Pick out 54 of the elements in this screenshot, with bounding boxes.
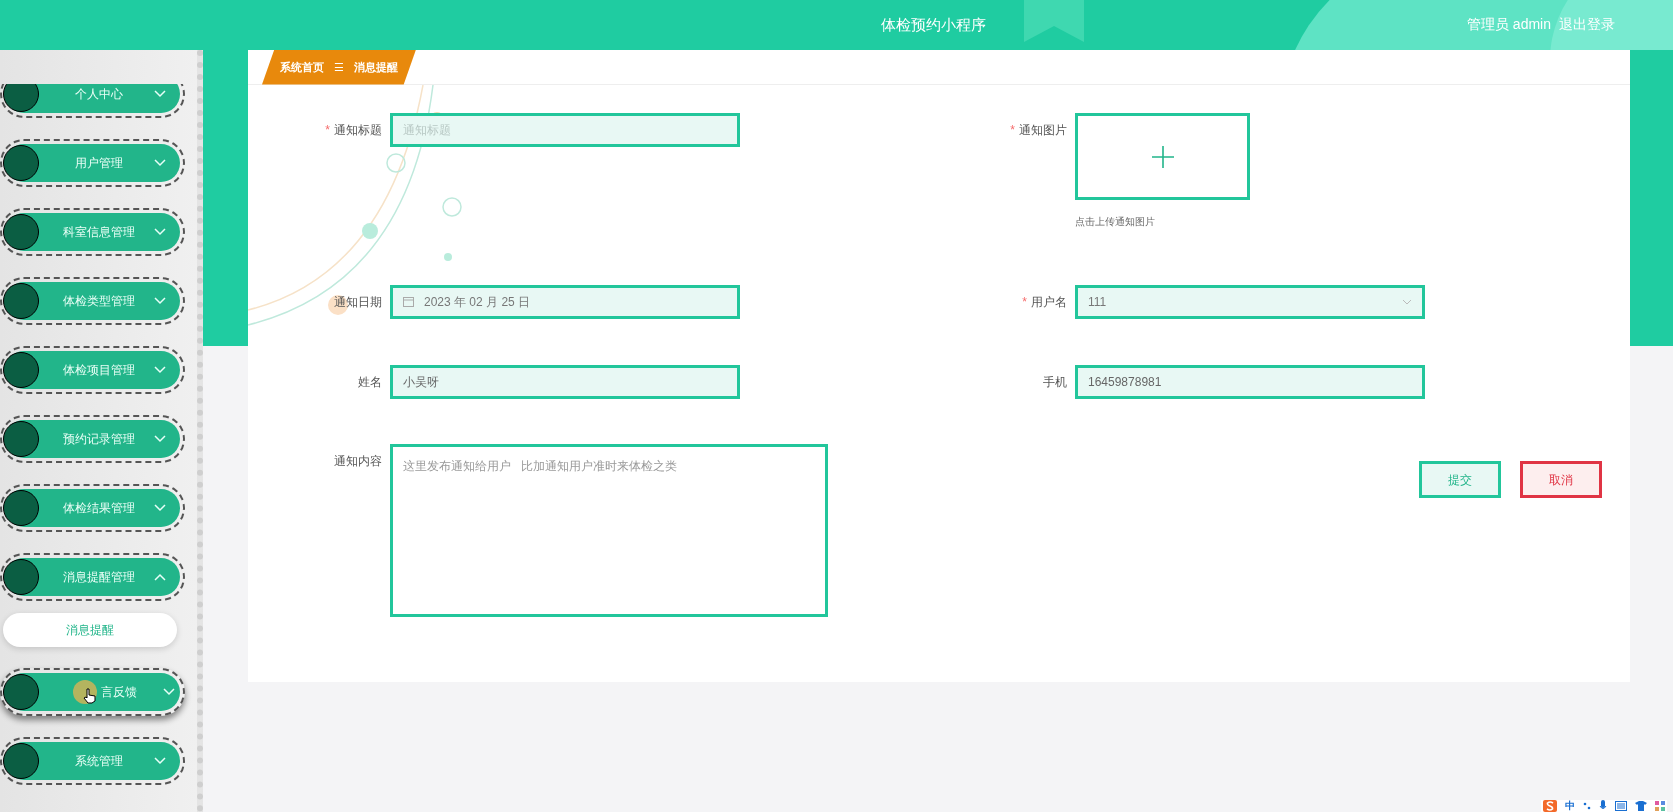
grid-icon[interactable] xyxy=(1655,801,1665,811)
cancel-button[interactable]: 取消 xyxy=(1520,461,1602,498)
breadcrumb-separator: ☰ xyxy=(334,59,344,75)
menu-item[interactable]: 用户管理 xyxy=(0,139,185,187)
menu-item[interactable]: 体检类型管理 xyxy=(0,277,185,325)
select-field[interactable]: 111 xyxy=(1075,285,1425,319)
logout-link[interactable]: 退出登录 xyxy=(1559,14,1615,35)
field-label: 通知标题 xyxy=(334,122,382,139)
field-label: 通知内容 xyxy=(334,453,382,470)
required-mark: * xyxy=(325,122,330,139)
menu-label: 体检结果管理 xyxy=(61,500,136,517)
breadcrumb-current: 消息提醒 xyxy=(354,59,398,75)
field-label: 用户名 xyxy=(1031,294,1067,311)
breadcrumb-home-link[interactable]: 系统首页 xyxy=(280,58,324,76)
app-title: 体检预约小程序 xyxy=(880,14,987,35)
ime-mode-label[interactable]: 中 xyxy=(1565,800,1575,812)
date-field[interactable]: 2023 年 02 月 25 日 xyxy=(390,285,740,319)
plus-icon xyxy=(1150,144,1175,169)
menu-item[interactable]: 系统管理 xyxy=(0,737,185,785)
shirt-icon[interactable] xyxy=(1635,801,1647,811)
menu-label: 用户管理 xyxy=(73,155,124,172)
text-field[interactable]: 16459878981 xyxy=(1075,365,1425,399)
required-mark: * xyxy=(1010,122,1015,139)
menu-label: 消息提醒管理 xyxy=(61,569,136,586)
text-field[interactable]: 小吴呀 xyxy=(390,365,740,399)
menu-label: 科室信息管理 xyxy=(61,224,136,241)
field-label: 手机 xyxy=(1043,374,1067,391)
menu-label: 体检类型管理 xyxy=(61,293,136,310)
menu-item[interactable]: 科室信息管理 xyxy=(0,208,185,256)
menu-item[interactable]: 体检项目管理 xyxy=(0,346,185,394)
menu-label: 体检项目管理 xyxy=(61,362,136,379)
menu-item[interactable]: 预约记录管理 xyxy=(0,415,185,463)
submit-button[interactable]: 提交 xyxy=(1419,461,1501,498)
menu-item[interactable]: 个人中心 xyxy=(0,84,185,118)
menu-label: 预约记录管理 xyxy=(61,431,136,448)
field-label: 通知日期 xyxy=(334,294,382,311)
field-label: 通知图片 xyxy=(1019,122,1067,139)
menu-label: 言反馈 xyxy=(101,684,137,701)
calendar-icon xyxy=(403,297,414,307)
punctuation-icon[interactable] xyxy=(1583,801,1591,811)
upload-hint: 点击上传通知图片 xyxy=(1075,215,1156,229)
admin-user-label: 管理员 admin xyxy=(1466,15,1551,34)
chevron-down-icon xyxy=(1402,299,1412,305)
pointer-cursor-icon xyxy=(83,688,97,704)
menu-item[interactable]: 言反馈 xyxy=(0,668,185,716)
menu-item[interactable]: 体检结果管理 xyxy=(0,484,185,532)
submenu-item[interactable]: 消息提醒 xyxy=(3,613,177,647)
required-mark: * xyxy=(1022,294,1027,311)
menu-label: 个人中心 xyxy=(73,86,124,103)
menu-item[interactable]: 消息提醒管理 xyxy=(0,553,185,601)
content-textarea[interactable]: 这里发布通知给用户 比加通知用户准时来体检之类 xyxy=(390,444,828,617)
keyboard-icon[interactable] xyxy=(1615,801,1627,811)
menu-label: 系统管理 xyxy=(73,753,124,770)
field-label: 姓名 xyxy=(358,374,382,391)
